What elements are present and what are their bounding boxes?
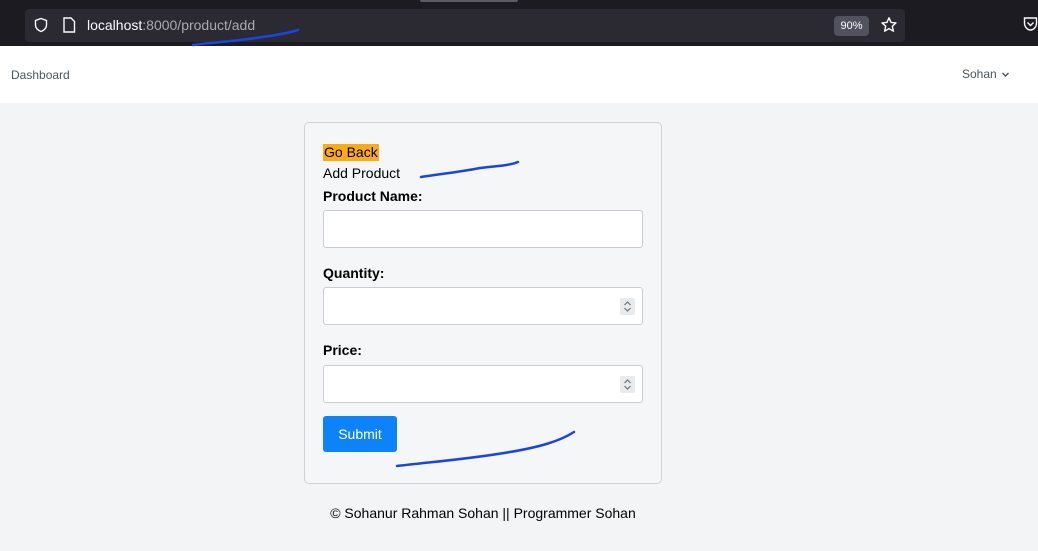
user-menu-dropdown[interactable]: Sohan: [962, 67, 1010, 81]
spinner-icon[interactable]: [620, 298, 635, 315]
submit-button[interactable]: Submit: [323, 416, 397, 452]
url-text[interactable]: localhost:8000/product/add: [87, 17, 255, 34]
go-back-link[interactable]: Go Back: [323, 144, 379, 161]
footer-copyright: © Sohanur Rahman Sohan || Programmer Soh…: [330, 505, 636, 521]
quantity-label: Quantity:: [323, 265, 385, 281]
product-name-label: Product Name:: [323, 188, 423, 204]
star-icon[interactable]: [880, 16, 898, 34]
address-bar[interactable]: localhost:8000/product/add 90%: [25, 9, 905, 42]
url-path: :8000/product/add: [142, 17, 256, 33]
nav-link-dashboard[interactable]: Dashboard: [11, 68, 70, 82]
page-icon: [63, 17, 76, 33]
price-input[interactable]: [323, 365, 643, 403]
add-product-card: Go Back Add Product Product Name: Quanti…: [304, 122, 662, 484]
pocket-icon[interactable]: [1023, 16, 1038, 32]
form-title: Add Product: [323, 165, 401, 181]
quantity-input[interactable]: [323, 287, 643, 325]
price-label: Price:: [323, 342, 362, 358]
user-name: Sohan: [962, 67, 997, 81]
app-header: Dashboard Sohan: [0, 46, 1038, 103]
url-host: localhost: [87, 17, 143, 33]
shield-icon[interactable]: [33, 17, 49, 33]
product-name-input[interactable]: [323, 210, 643, 248]
zoom-level-badge[interactable]: 90%: [834, 16, 869, 36]
browser-toolbar: localhost:8000/product/add 90%: [0, 0, 1038, 46]
spinner-icon[interactable]: [620, 376, 635, 393]
chevron-down-icon: [1001, 72, 1009, 77]
active-tab-indicator: [420, 0, 518, 2]
